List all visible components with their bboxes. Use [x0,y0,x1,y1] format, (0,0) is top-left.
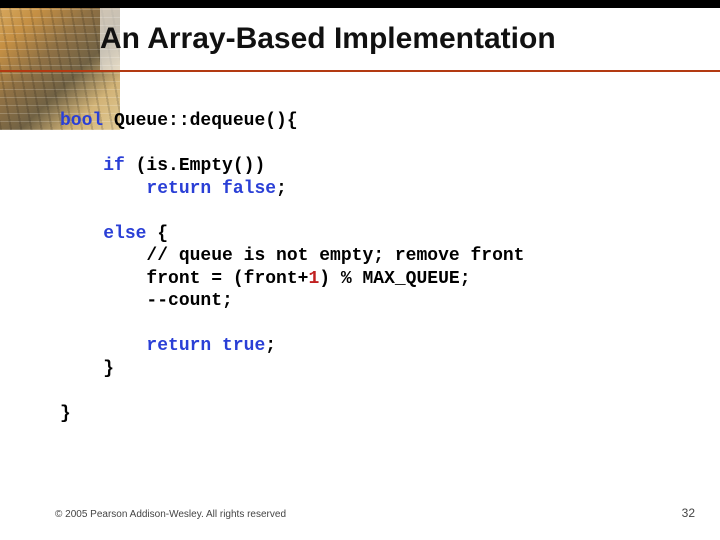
keyword-if: if [103,156,125,176]
keyword-false: false [211,179,276,199]
code-semi-2: ; [265,336,276,356]
code-assign-post: ) % MAX_QUEUE; [319,269,470,289]
page-number: 32 [682,506,695,520]
top-bar [0,0,720,8]
code-decr: --count; [146,291,232,311]
code-sig: Queue::dequeue(){ [103,111,297,131]
code-semi-1: ; [276,179,287,199]
header-rule [0,70,720,72]
keyword-bool: bool [60,111,103,131]
code-close-outer: } [60,404,71,424]
code-else-open: { [146,224,168,244]
code-comment: // queue is not empty; remove front [146,246,524,266]
code-assign-pre: front = (front+ [146,269,308,289]
code-literal-1: 1 [308,269,319,289]
slide-title: An Array-Based Implementation [100,22,710,56]
code-listing: bool Queue::dequeue(){ if (is.Empty()) r… [60,110,700,425]
keyword-else: else [103,224,146,244]
copyright-text: © 2005 Pearson Addison-Wesley. All right… [55,509,286,520]
keyword-return-2: return [146,336,211,356]
code-if-cond: (is.Empty()) [125,156,265,176]
keyword-true: true [211,336,265,356]
code-close-inner: } [103,359,114,379]
keyword-return-1: return [146,179,211,199]
